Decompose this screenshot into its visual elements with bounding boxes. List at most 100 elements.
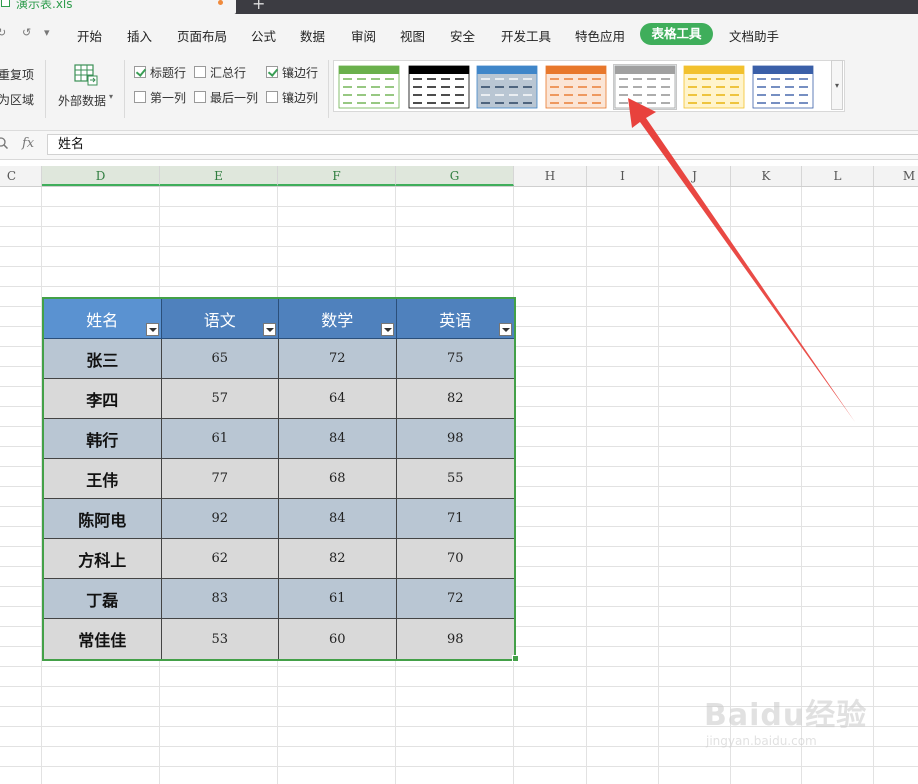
column-header-l[interactable]: L [802,166,874,186]
external-data-button[interactable]: 外部数据 [58,92,106,109]
score-cell[interactable]: 72 [396,579,514,619]
column-header-d[interactable]: D [42,166,160,186]
name-cell[interactable]: 李四 [44,379,162,419]
score-cell[interactable]: 82 [396,379,514,419]
header-cell-chinese[interactable]: 语文 [161,299,279,339]
menu-page-layout[interactable]: 页面布局 [177,26,227,45]
score-cell[interactable]: 71 [396,499,514,539]
name-cell[interactable]: 丁磊 [44,579,162,619]
menu-developer[interactable]: 开发工具 [501,26,551,45]
banded-rows-label: 镶边行 [282,66,319,80]
filter-dropdown-icon[interactable] [499,323,512,336]
filter-dropdown-icon[interactable] [263,323,276,336]
filter-dropdown-icon[interactable] [380,323,394,336]
table-style-swatch-blue-dark[interactable] [752,65,814,109]
external-data-dropdown-icon[interactable]: ▾ [109,92,113,101]
ribbon-divider [328,60,329,118]
menu-view[interactable]: 视图 [400,26,425,45]
formula-input[interactable]: 姓名 [47,134,918,155]
table-body: 张三 65 72 75 李四 57 64 82 韩行 61 84 98 王伟 77 68 55 陈阿电 92 84 7… [44,339,514,659]
header-cell-english[interactable]: 英语 [396,299,514,339]
score-cell[interactable]: 83 [161,579,279,619]
score-cell[interactable]: 55 [396,459,514,499]
score-cell[interactable]: 60 [279,619,397,659]
score-cell[interactable]: 70 [396,539,514,579]
score-cell[interactable]: 84 [279,499,397,539]
fill-handle[interactable] [512,655,519,662]
column-header-i[interactable]: I [587,166,659,186]
header-row-checkbox[interactable] [134,66,146,78]
score-cell[interactable]: 57 [161,379,279,419]
menu-home[interactable]: 开始 [77,26,102,45]
score-cell[interactable]: 84 [279,419,397,459]
column-header-m[interactable]: M [874,166,918,186]
menu-table-tools[interactable]: 表格工具 [640,23,713,45]
score-cell[interactable]: 61 [279,579,397,619]
convert-to-range-button[interactable]: 为区域 [0,91,34,108]
score-cell[interactable]: 72 [279,339,397,379]
header-cell-math[interactable]: 数学 [279,299,397,339]
table-styles-gallery [333,60,845,112]
new-tab-button[interactable]: + [252,0,265,13]
table-style-swatch-green-light[interactable] [338,65,400,109]
table-style-swatch-yellow[interactable] [683,65,745,109]
score-cell[interactable]: 98 [396,619,514,659]
score-cell[interactable]: 64 [279,379,397,419]
redo-icon[interactable]: ↻ [0,26,6,39]
score-cell[interactable]: 92 [161,499,279,539]
table-style-swatch-blue-medium[interactable] [476,65,538,109]
menu-formulas[interactable]: 公式 [251,26,276,45]
column-header-f[interactable]: F [278,166,396,186]
undo-icon[interactable]: ↺ [22,26,31,39]
name-cell[interactable]: 陈阿电 [44,499,162,539]
menu-insert[interactable]: 插入 [127,26,152,45]
filter-dropdown-icon[interactable] [145,323,159,336]
total-row-checkbox[interactable] [194,66,206,78]
name-cell[interactable]: 张三 [44,339,162,379]
first-column-checkbox[interactable] [134,91,146,103]
column-header-g[interactable]: G [396,166,514,186]
score-cell[interactable]: 77 [161,459,279,499]
score-cell[interactable]: 68 [279,459,397,499]
zoom-icon[interactable] [0,137,8,149]
column-header-c[interactable]: C [0,166,42,186]
file-tab-label: 演示表.xls [16,0,73,11]
score-cell[interactable]: 75 [396,339,514,379]
last-column-checkbox[interactable] [194,91,206,103]
menu-special-apps[interactable]: 特色应用 [575,26,625,45]
score-cell[interactable]: 61 [161,419,279,459]
external-data-icon[interactable] [74,64,98,89]
file-tab[interactable]: 演示表.xls [0,0,236,14]
column-header-j[interactable]: J [659,166,731,186]
name-cell[interactable]: 王伟 [44,459,162,499]
name-cell[interactable]: 韩行 [44,419,162,459]
score-cell[interactable]: 98 [396,419,514,459]
menu-security[interactable]: 安全 [450,26,475,45]
column-header-e[interactable]: E [160,166,278,186]
column-header-k[interactable]: K [731,166,802,186]
remove-duplicates-button[interactable]: 重复项 [0,66,34,83]
score-cell[interactable]: 82 [279,539,397,579]
menu-data[interactable]: 数据 [300,26,325,45]
table-style-swatch-orange[interactable] [545,65,607,109]
menu-doc-assistant[interactable]: 文档助手 [729,26,779,45]
menu-review[interactable]: 审阅 [351,26,376,45]
ribbon-table-tools: 重复项 为区域 外部数据 ▾ 标题行 汇总行 镶边行 第一列 最后一列 镶边列 … [0,54,918,131]
column-header-h[interactable]: H [514,166,587,186]
score-cell[interactable]: 53 [161,619,279,659]
name-cell[interactable]: 方科上 [44,539,162,579]
table-style-swatch-black[interactable] [408,65,470,109]
quick-access-dropdown-icon[interactable]: ▾ [44,26,50,39]
score-cell[interactable]: 62 [161,539,279,579]
header-label: 姓名 [86,310,119,330]
header-cell-name[interactable]: 姓名 [44,299,162,339]
table-row: 韩行 61 84 98 [44,419,514,459]
gallery-more-icon[interactable]: ▾ [831,60,843,110]
name-cell[interactable]: 常佳佳 [44,619,162,659]
function-icon[interactable]: fx [22,136,34,151]
table-row: 李四 57 64 82 [44,379,514,419]
banded-columns-checkbox[interactable] [266,91,278,103]
banded-rows-checkbox[interactable] [266,66,278,78]
table-style-swatch-gray[interactable] [613,64,677,110]
score-cell[interactable]: 65 [161,339,279,379]
